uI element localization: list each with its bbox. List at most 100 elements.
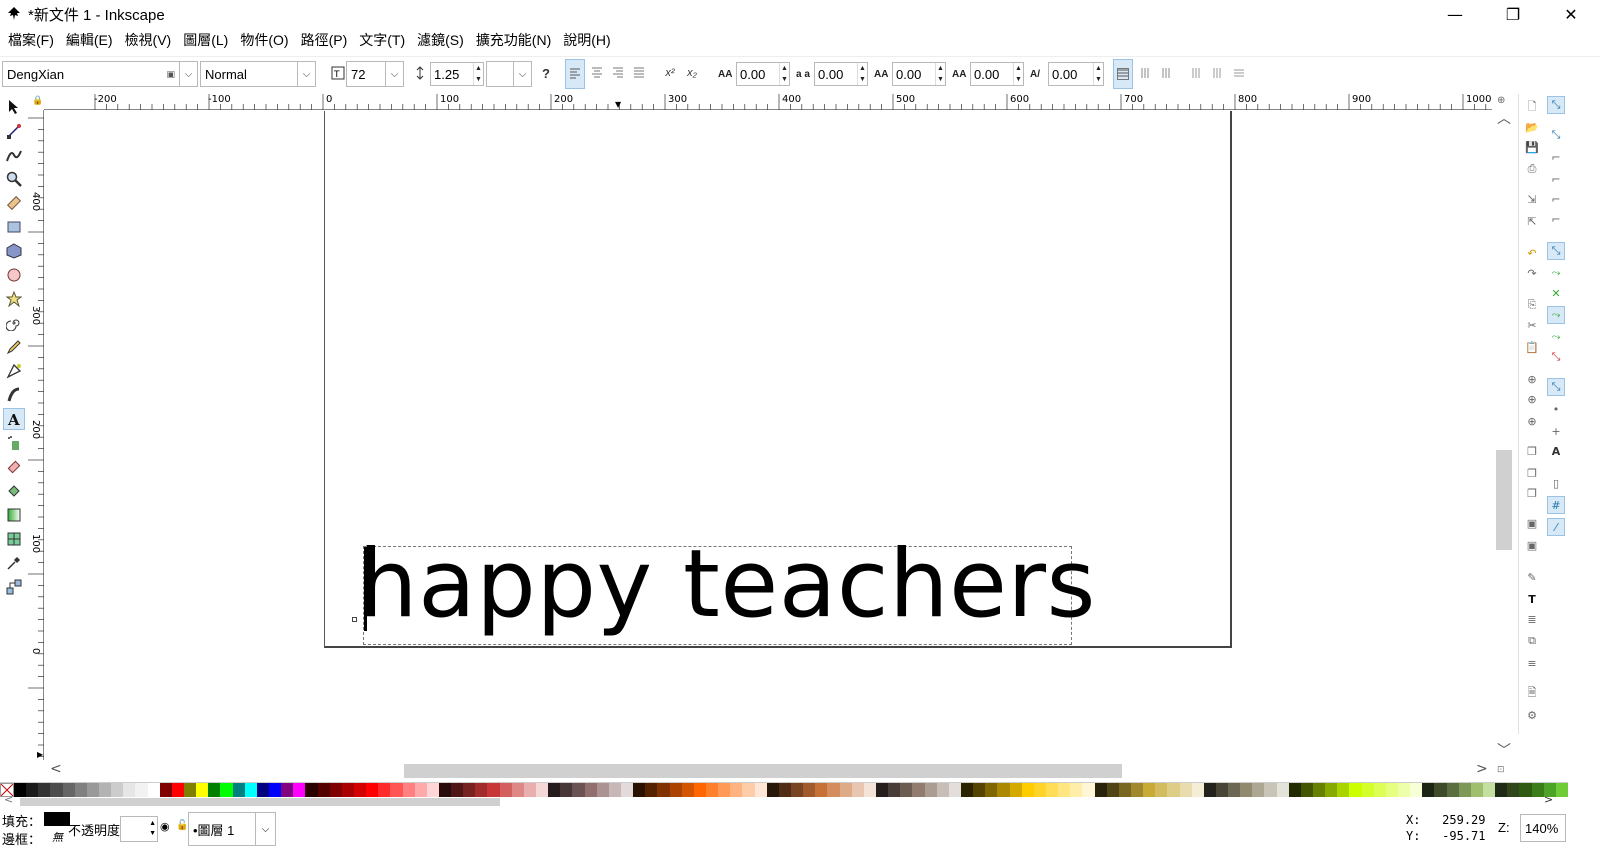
vertical-lr-text-icon[interactable] bbox=[1156, 63, 1176, 83]
color-swatch[interactable] bbox=[948, 783, 961, 797]
color-swatch[interactable] bbox=[1215, 783, 1229, 797]
color-swatch[interactable] bbox=[1167, 783, 1180, 797]
snap-intersections-icon[interactable]: ✕ bbox=[1547, 284, 1565, 302]
color-swatch[interactable] bbox=[171, 783, 184, 797]
horizontal-scroll-thumb[interactable] bbox=[404, 764, 1122, 778]
color-swatch[interactable] bbox=[1349, 783, 1362, 797]
export-icon[interactable]: ⇱ bbox=[1523, 212, 1541, 230]
chevron-down-icon[interactable]: ⌵ bbox=[297, 62, 315, 86]
color-swatch[interactable] bbox=[693, 783, 707, 797]
color-swatch[interactable] bbox=[645, 783, 658, 797]
color-swatch[interactable] bbox=[159, 783, 172, 797]
color-swatch[interactable] bbox=[366, 783, 379, 797]
measure-tool-icon[interactable] bbox=[3, 192, 25, 214]
palette-scrollbar[interactable]: < > bbox=[0, 793, 1568, 808]
color-swatch[interactable] bbox=[924, 783, 937, 797]
snap-others-icon[interactable]: ⤡ bbox=[1547, 378, 1565, 396]
chevron-down-icon[interactable]: ⌵ bbox=[255, 813, 275, 845]
vertical-ruler[interactable]: 400 300 200 100 0 ▶ bbox=[28, 110, 44, 760]
color-swatch[interactable] bbox=[536, 783, 549, 797]
glyph-orientation-sideways-icon[interactable] bbox=[1229, 63, 1249, 83]
redo-icon[interactable]: ↷ bbox=[1523, 264, 1541, 282]
canvas-text-object[interactable]: happy teachers bbox=[358, 529, 1096, 642]
color-swatch[interactable] bbox=[1300, 783, 1314, 797]
color-swatch[interactable] bbox=[26, 783, 39, 797]
color-swatch[interactable] bbox=[74, 783, 87, 797]
color-swatch[interactable] bbox=[1470, 783, 1484, 797]
stroke-indicator[interactable]: 無 bbox=[52, 829, 63, 845]
menu-view[interactable]: 檢視(V) bbox=[121, 30, 176, 50]
snap-bbox-center-icon[interactable]: ⌐ bbox=[1547, 210, 1565, 228]
scroll-up-icon[interactable]: ︿ bbox=[1497, 108, 1511, 128]
spin-arrows-icon[interactable]: ▲ ▼ bbox=[473, 63, 483, 85]
spin-arrows-icon[interactable]: ▲ ▼ bbox=[935, 63, 945, 85]
color-swatch[interactable] bbox=[86, 783, 99, 797]
lock-layer-icon[interactable]: 🔓 bbox=[176, 820, 188, 831]
color-swatch[interactable] bbox=[317, 783, 330, 797]
snap-text-baseline-icon[interactable]: A bbox=[1547, 442, 1565, 460]
color-swatch[interactable] bbox=[973, 783, 986, 797]
menu-text[interactable]: 文字(T) bbox=[355, 30, 409, 50]
color-swatch[interactable] bbox=[1033, 783, 1046, 797]
color-swatch[interactable] bbox=[1519, 783, 1532, 797]
dropper-tool-icon[interactable] bbox=[3, 552, 25, 574]
snap-guides-icon[interactable]: ⁄ bbox=[1547, 518, 1565, 536]
snap-rotation-center-icon[interactable]: + bbox=[1547, 422, 1565, 440]
color-swatch[interactable] bbox=[111, 783, 124, 797]
horizontal-ruler[interactable]: -200 -100 0 100 200 300 400 500 600 700 … bbox=[44, 94, 1492, 110]
color-swatch[interactable] bbox=[1458, 783, 1471, 797]
color-swatch[interactable] bbox=[1483, 783, 1496, 797]
color-swatch[interactable] bbox=[706, 783, 719, 797]
color-swatch[interactable] bbox=[293, 783, 306, 797]
color-swatch[interactable] bbox=[1264, 783, 1277, 797]
color-swatch[interactable] bbox=[1361, 783, 1374, 797]
horizontal-text-icon[interactable] bbox=[1113, 59, 1133, 89]
scroll-right-icon[interactable]: > bbox=[1544, 793, 1553, 806]
color-swatch[interactable] bbox=[281, 783, 294, 797]
color-swatch[interactable] bbox=[1130, 783, 1144, 797]
vertical-rl-text-icon[interactable] bbox=[1135, 63, 1155, 83]
color-swatch[interactable] bbox=[742, 783, 755, 797]
menu-help[interactable]: 說明(H) bbox=[559, 30, 614, 50]
menu-path[interactable]: 路徑(P) bbox=[297, 30, 352, 50]
zoom-page-icon[interactable]: ⊕ bbox=[1523, 412, 1541, 430]
scroll-right-icon[interactable]: > bbox=[1476, 761, 1488, 777]
snap-toggle-icon[interactable]: ⤡ bbox=[1547, 96, 1565, 114]
color-swatch[interactable] bbox=[1507, 783, 1520, 797]
xml-editor-icon[interactable]: ⧉ bbox=[1523, 632, 1541, 650]
color-swatch[interactable] bbox=[98, 783, 112, 797]
align-justify-icon[interactable] bbox=[629, 63, 649, 83]
color-swatch[interactable] bbox=[244, 783, 257, 797]
3d-box-tool-icon[interactable] bbox=[3, 240, 25, 262]
vertical-shift-spin[interactable]: 0.00 ▲ ▼ bbox=[970, 62, 1024, 86]
resize-corner-icon[interactable]: ⊡ bbox=[1497, 765, 1505, 775]
rectangle-tool-icon[interactable] bbox=[3, 216, 25, 238]
snap-midpoints-icon[interactable]: ⤡ bbox=[1547, 348, 1565, 366]
color-swatch[interactable] bbox=[1495, 783, 1508, 797]
color-swatch[interactable] bbox=[608, 783, 622, 797]
preferences-icon[interactable]: ⚙ bbox=[1523, 706, 1541, 724]
color-swatch[interactable] bbox=[438, 783, 452, 797]
opacity-spin[interactable]: ▲ ▼ bbox=[120, 816, 158, 842]
snap-bbox-midpoint-icon[interactable]: ⌐ bbox=[1547, 190, 1565, 208]
print-icon[interactable]: ⎙ bbox=[1523, 160, 1541, 178]
align-center-icon[interactable] bbox=[587, 63, 607, 83]
fill-stroke-icon[interactable]: ✎ bbox=[1523, 568, 1541, 586]
color-swatch[interactable] bbox=[754, 783, 767, 797]
color-swatch[interactable] bbox=[463, 783, 476, 797]
chevron-down-icon[interactable]: ⌵ bbox=[513, 62, 531, 86]
color-swatch[interactable] bbox=[985, 783, 998, 797]
color-swatch[interactable] bbox=[584, 783, 597, 797]
undo-icon[interactable]: ↶ bbox=[1523, 244, 1541, 262]
vertical-scrollbar[interactable]: ︿ ﹀ bbox=[1492, 110, 1516, 760]
visibility-eye-icon[interactable]: ◉ bbox=[160, 820, 170, 833]
spiral-tool-icon[interactable] bbox=[3, 312, 25, 334]
zoom-drawing-icon[interactable]: ⊕ bbox=[1523, 390, 1541, 408]
color-swatch[interactable] bbox=[572, 783, 585, 797]
snap-page-border-icon[interactable]: ▯ bbox=[1547, 474, 1565, 492]
menu-edit[interactable]: 編輯(E) bbox=[62, 30, 117, 50]
color-swatch[interactable] bbox=[827, 783, 840, 797]
spray-tool-icon[interactable] bbox=[3, 432, 25, 454]
superscript-icon[interactable]: x² bbox=[660, 63, 680, 83]
word-spacing-spin[interactable]: 0.00 ▲ ▼ bbox=[814, 62, 868, 86]
